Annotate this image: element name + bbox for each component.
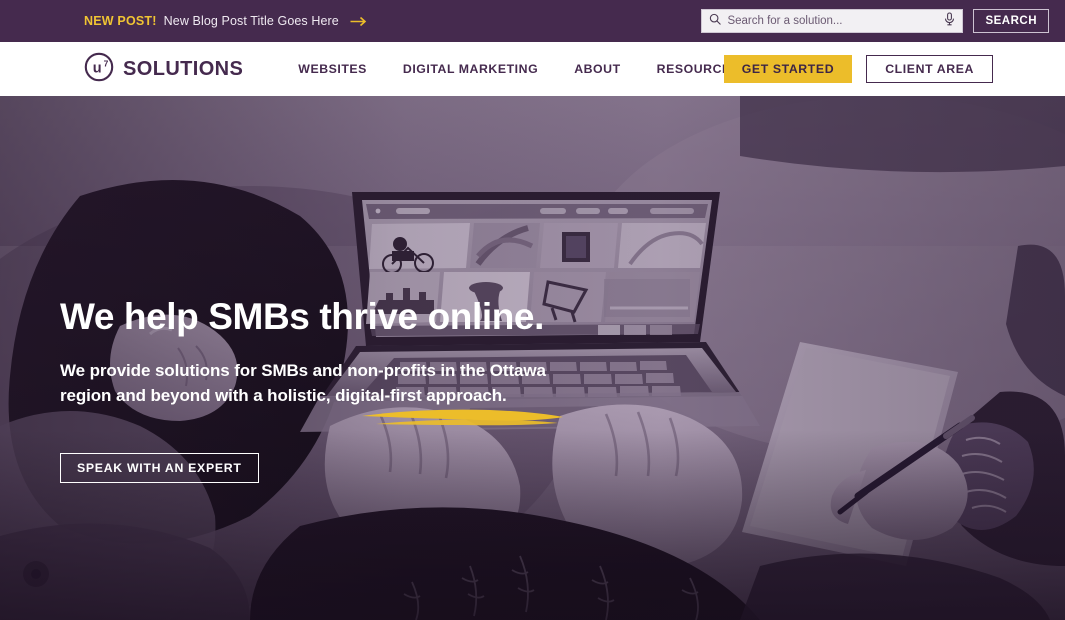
svg-text:u: u <box>93 60 102 76</box>
announcement-title: New Blog Post Title Goes Here <box>163 14 339 28</box>
search-cluster: SEARCH <box>701 9 1049 33</box>
nav-links: WEBSITES DIGITAL MARKETING ABOUT RESOURC… <box>298 62 739 76</box>
brand-logo[interactable]: u 7 SOLUTIONS <box>84 52 243 87</box>
search-icon <box>709 12 722 30</box>
nav-item-about[interactable]: ABOUT <box>574 62 620 76</box>
speak-with-expert-button[interactable]: SPEAK WITH AN EXPERT <box>60 453 259 484</box>
hero-section: We help SMBs thrive online. We provide s… <box>0 96 1065 620</box>
client-area-button[interactable]: CLIENT AREA <box>866 55 993 83</box>
hero-headline: We help SMBs thrive online. <box>60 296 544 337</box>
svg-text:7: 7 <box>104 58 109 68</box>
announcement-tag: NEW POST! <box>84 14 157 28</box>
announcement-bar: NEW POST! New Blog Post Title Goes Here <box>0 0 1065 42</box>
hero-subtitle-line-1: We provide solutions for SMBs and non-pr… <box>60 361 546 381</box>
hero-subtitle-line-2: region and beyond with a holistic, digit… <box>60 386 507 406</box>
u7-logo-icon: u 7 <box>84 52 114 87</box>
nav-item-digital-marketing[interactable]: DIGITAL MARKETING <box>403 62 538 76</box>
nav-actions: GET STARTED CLIENT AREA <box>723 55 993 83</box>
search-input[interactable] <box>727 15 939 27</box>
brush-underline-icon <box>362 410 563 426</box>
brand-name: SOLUTIONS <box>123 57 244 80</box>
hero-subtitle-wrap: We provide solutions for SMBs and non-pr… <box>60 359 620 426</box>
arrow-right-icon <box>350 16 367 27</box>
microphone-icon[interactable] <box>944 11 955 31</box>
search-box[interactable] <box>701 9 964 33</box>
main-navigation: u 7 SOLUTIONS WEBSITES DIGITAL MARKETING… <box>0 42 1065 96</box>
announcement-link[interactable]: NEW POST! New Blog Post Title Goes Here <box>84 14 367 28</box>
search-button[interactable]: SEARCH <box>973 9 1049 33</box>
get-started-button[interactable]: GET STARTED <box>723 55 853 83</box>
hero-content: We help SMBs thrive online. We provide s… <box>60 296 680 484</box>
nav-item-websites[interactable]: WEBSITES <box>298 62 367 76</box>
